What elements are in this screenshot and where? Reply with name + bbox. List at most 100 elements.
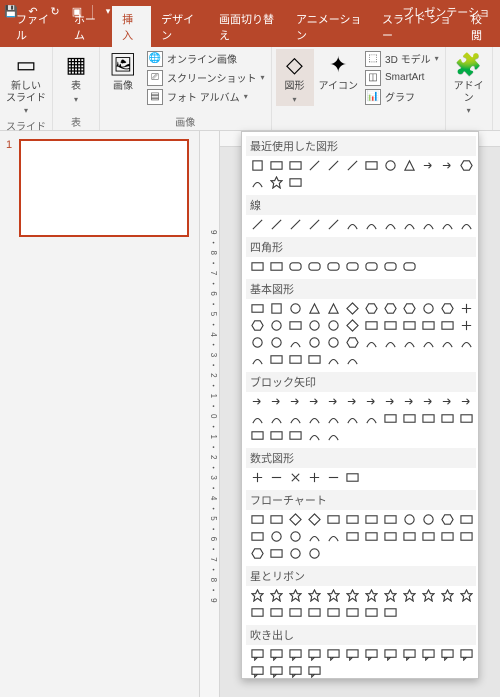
- shape-item[interactable]: [438, 587, 457, 604]
- shape-item[interactable]: [343, 258, 362, 275]
- shape-item[interactable]: [400, 157, 419, 174]
- shape-item[interactable]: [381, 646, 400, 663]
- shape-item[interactable]: [248, 157, 267, 174]
- shape-item[interactable]: [381, 393, 400, 410]
- shape-item[interactable]: [248, 646, 267, 663]
- shape-item[interactable]: [400, 300, 419, 317]
- icons-button[interactable]: ✦ アイコン: [317, 49, 361, 95]
- shape-item[interactable]: [305, 528, 324, 545]
- shape-item[interactable]: [267, 174, 286, 191]
- shape-item[interactable]: [457, 646, 476, 663]
- shape-item[interactable]: [248, 427, 267, 444]
- shape-item[interactable]: [400, 646, 419, 663]
- shape-item[interactable]: [286, 317, 305, 334]
- shape-item[interactable]: [267, 646, 286, 663]
- shape-item[interactable]: [305, 334, 324, 351]
- shape-item[interactable]: [286, 258, 305, 275]
- shape-item[interactable]: [381, 604, 400, 621]
- shape-item[interactable]: [324, 317, 343, 334]
- shape-item[interactable]: [248, 174, 267, 191]
- shape-item[interactable]: [305, 469, 324, 486]
- shape-item[interactable]: [457, 334, 476, 351]
- shape-item[interactable]: [362, 300, 381, 317]
- shape-item[interactable]: [305, 317, 324, 334]
- shape-item[interactable]: [248, 393, 267, 410]
- shape-item[interactable]: [286, 469, 305, 486]
- shape-item[interactable]: [286, 393, 305, 410]
- shape-item[interactable]: [362, 604, 381, 621]
- shape-item[interactable]: [362, 528, 381, 545]
- shape-item[interactable]: [267, 587, 286, 604]
- shape-item[interactable]: [324, 469, 343, 486]
- shape-item[interactable]: [324, 300, 343, 317]
- shape-item[interactable]: [343, 393, 362, 410]
- shape-item[interactable]: [381, 528, 400, 545]
- shape-item[interactable]: [286, 216, 305, 233]
- shape-item[interactable]: [248, 216, 267, 233]
- shape-item[interactable]: [381, 157, 400, 174]
- shape-item[interactable]: [324, 258, 343, 275]
- shape-item[interactable]: [305, 427, 324, 444]
- shape-item[interactable]: [305, 300, 324, 317]
- shape-item[interactable]: [419, 511, 438, 528]
- shape-item[interactable]: [324, 393, 343, 410]
- shape-item[interactable]: [343, 528, 362, 545]
- shape-item[interactable]: [419, 317, 438, 334]
- shape-item[interactable]: [457, 216, 476, 233]
- shape-item[interactable]: [400, 528, 419, 545]
- shape-item[interactable]: [419, 528, 438, 545]
- shape-item[interactable]: [457, 157, 476, 174]
- shape-item[interactable]: [362, 587, 381, 604]
- shape-item[interactable]: [438, 157, 457, 174]
- online-pictures-button[interactable]: 🌐オンライン画像: [145, 49, 267, 68]
- shape-item[interactable]: [343, 317, 362, 334]
- shape-item[interactable]: [362, 511, 381, 528]
- shape-item[interactable]: [248, 511, 267, 528]
- shape-item[interactable]: [286, 427, 305, 444]
- shape-item[interactable]: [305, 157, 324, 174]
- shape-item[interactable]: [343, 157, 362, 174]
- shape-item[interactable]: [286, 174, 305, 191]
- shape-item[interactable]: [267, 663, 286, 679]
- shape-item[interactable]: [438, 300, 457, 317]
- shape-item[interactable]: [324, 216, 343, 233]
- shape-item[interactable]: [419, 216, 438, 233]
- tab-slideshow[interactable]: スライド ショー: [372, 6, 461, 47]
- shape-item[interactable]: [381, 317, 400, 334]
- shape-item[interactable]: [324, 410, 343, 427]
- shape-item[interactable]: [438, 646, 457, 663]
- shape-item[interactable]: [286, 545, 305, 562]
- shape-item[interactable]: [419, 300, 438, 317]
- shape-item[interactable]: [286, 646, 305, 663]
- shapes-gallery-popup[interactable]: 最近使用した図形 線 四角形 基本図形 ブロック矢印 数式図形 フローチャート: [241, 131, 479, 679]
- shape-item[interactable]: [324, 157, 343, 174]
- tab-design[interactable]: デザイン: [151, 6, 209, 47]
- shape-item[interactable]: [457, 528, 476, 545]
- shape-item[interactable]: [400, 587, 419, 604]
- shape-item[interactable]: [400, 258, 419, 275]
- shape-item[interactable]: [324, 351, 343, 368]
- shape-item[interactable]: [438, 528, 457, 545]
- shape-item[interactable]: [343, 351, 362, 368]
- slide-thumbnail-1[interactable]: [19, 139, 189, 237]
- shape-item[interactable]: [457, 410, 476, 427]
- shape-item[interactable]: [381, 587, 400, 604]
- shape-item[interactable]: [381, 216, 400, 233]
- shape-item[interactable]: [267, 393, 286, 410]
- shape-item[interactable]: [305, 587, 324, 604]
- shape-item[interactable]: [267, 604, 286, 621]
- shape-item[interactable]: [438, 410, 457, 427]
- shape-item[interactable]: [286, 528, 305, 545]
- shape-item[interactable]: [457, 300, 476, 317]
- shape-item[interactable]: [419, 393, 438, 410]
- shape-item[interactable]: [362, 157, 381, 174]
- shape-item[interactable]: [343, 469, 362, 486]
- shape-item[interactable]: [457, 393, 476, 410]
- shape-item[interactable]: [343, 334, 362, 351]
- shape-item[interactable]: [305, 258, 324, 275]
- shape-item[interactable]: [400, 216, 419, 233]
- shape-item[interactable]: [286, 663, 305, 679]
- shape-item[interactable]: [267, 351, 286, 368]
- shape-item[interactable]: [248, 469, 267, 486]
- tab-animations[interactable]: アニメーション: [286, 6, 372, 47]
